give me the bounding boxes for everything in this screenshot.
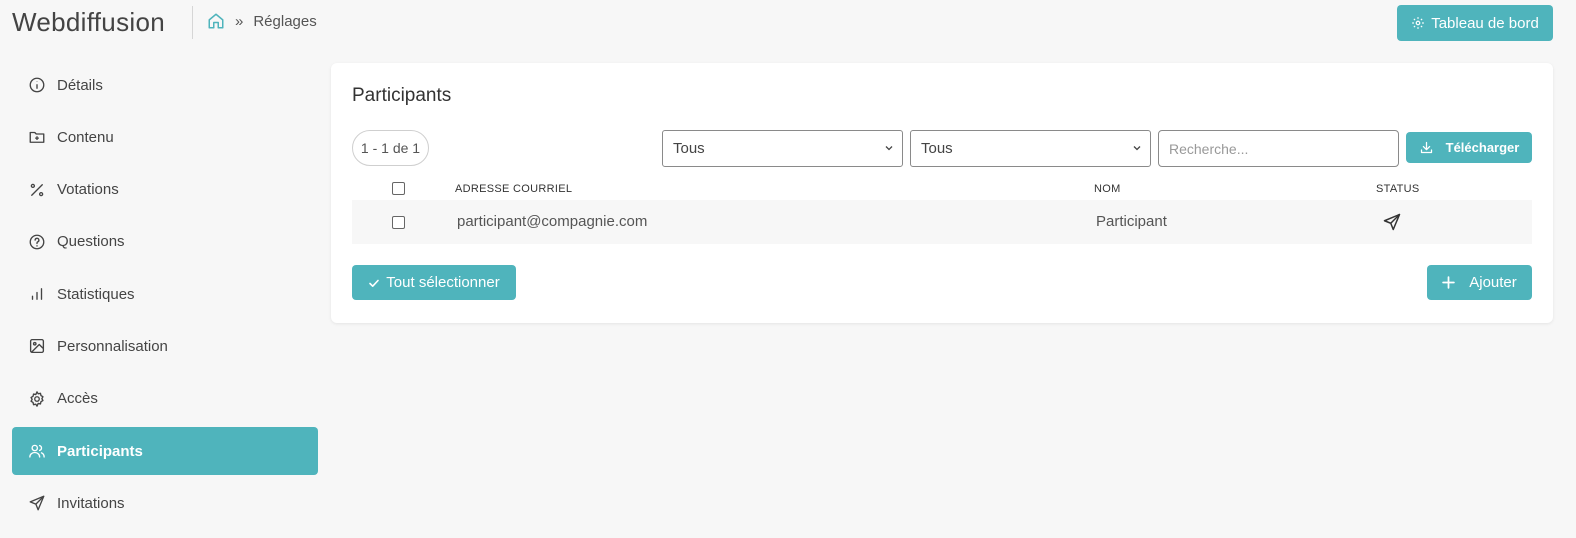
page-title: Participants (352, 85, 452, 106)
dashboard-button[interactable]: Tableau de bord (1397, 5, 1553, 41)
sidebar-item-label: Votations (57, 181, 119, 199)
sidebar-item-statistiques[interactable]: Statistiques (12, 270, 318, 318)
filter-select-1-value: Tous (673, 140, 705, 157)
sidebar-item-label: Personnalisation (57, 337, 168, 355)
table-row[interactable]: participant@compagnie.com Participant (352, 200, 1532, 244)
chevron-down-icon (1133, 146, 1141, 151)
participants-card: Participants 1 - 1 de 1 Tous Tous Téléch… (331, 63, 1553, 323)
send-icon (1383, 213, 1401, 231)
check-icon (369, 279, 380, 287)
home-icon[interactable] (207, 12, 225, 30)
sidebar-item-label: Invitations (57, 494, 125, 512)
gear-icon (28, 390, 46, 408)
select-all-label: Tout sélectionner (386, 274, 500, 291)
help-circle-icon (28, 233, 46, 251)
sidebar-item-questions[interactable]: Questions (12, 218, 318, 266)
column-header-email[interactable]: ADRESSE COURRIEL (455, 183, 572, 195)
folder-plus-icon (28, 128, 46, 146)
select-all-button[interactable]: Tout sélectionner (352, 265, 516, 300)
result-count-badge: 1 - 1 de 1 (352, 130, 429, 166)
title-divider (192, 6, 193, 39)
sidebar-item-label: Questions (57, 233, 125, 251)
image-icon (28, 337, 46, 355)
app-title: Webdiffusion (12, 7, 165, 37)
breadcrumb-separator: » (235, 12, 244, 30)
percent-icon (28, 181, 46, 199)
sidebar-item-label: Participants (57, 442, 143, 460)
users-icon (28, 442, 46, 460)
add-participant-button[interactable]: Ajouter (1427, 265, 1532, 300)
sidebar-item-label: Détails (57, 76, 103, 94)
download-icon (1420, 141, 1432, 154)
sidebar-item-label: Contenu (57, 128, 114, 146)
sidebar-item-personnalisation[interactable]: Personnalisation (12, 322, 318, 370)
row-name: Participant (1096, 213, 1167, 230)
filter-select-1[interactable]: Tous (662, 130, 903, 167)
column-header-status[interactable]: STATUS (1376, 183, 1420, 195)
sidebar-item-participants[interactable]: Participants (12, 427, 318, 476)
breadcrumb-current[interactable]: Réglages (253, 13, 316, 30)
sidebar-item-invitations[interactable]: Invitations (12, 479, 318, 527)
sidebar: Détails Contenu Votations Questions Stat… (12, 61, 318, 532)
filter-select-2-value: Tous (921, 140, 953, 157)
info-icon (28, 76, 46, 94)
sidebar-item-contenu[interactable]: Contenu (12, 113, 318, 161)
breadcrumb: » Réglages (207, 12, 317, 30)
sidebar-item-label: Statistiques (57, 285, 135, 303)
plus-icon (1442, 276, 1456, 289)
gear-icon (1412, 17, 1425, 29)
add-label: Ajouter (1469, 274, 1517, 291)
dashboard-label: Tableau de bord (1431, 14, 1539, 32)
search-input[interactable] (1158, 130, 1399, 167)
filter-select-2[interactable]: Tous (910, 130, 1151, 167)
sidebar-item-votations[interactable]: Votations (12, 166, 318, 214)
select-all-checkbox[interactable] (392, 182, 405, 195)
download-label: Télécharger (1445, 140, 1520, 155)
send-icon (28, 494, 46, 512)
chevron-down-icon (885, 146, 893, 151)
bar-chart-icon (28, 285, 46, 303)
column-header-name[interactable]: NOM (1094, 183, 1121, 195)
download-button[interactable]: Télécharger (1406, 132, 1532, 163)
sidebar-item-acces[interactable]: Accès (12, 375, 318, 423)
row-checkbox[interactable] (392, 216, 405, 229)
table-header: ADRESSE COURRIEL NOM STATUS (352, 178, 1532, 200)
row-email: participant@compagnie.com (457, 213, 648, 230)
sidebar-item-details[interactable]: Détails (12, 61, 318, 109)
top-bar: Webdiffusion » Réglages Tableau de bord (0, 0, 1576, 46)
sidebar-item-label: Accès (57, 390, 98, 408)
